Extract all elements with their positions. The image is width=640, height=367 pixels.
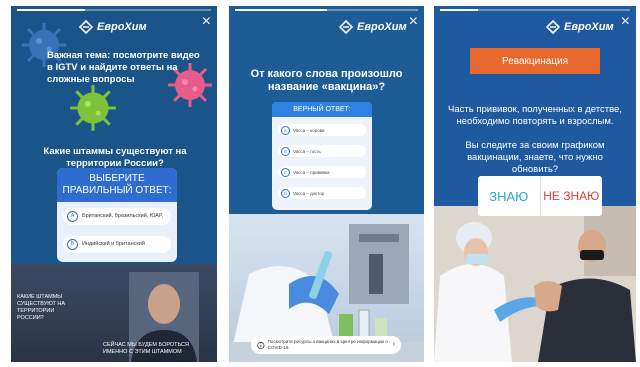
story-body-text: Часть прививок, полученных в детстве, не… — [448, 104, 622, 127]
option-letter: A — [281, 125, 290, 135]
eurochem-mark-icon — [546, 20, 560, 34]
story-revaccination[interactable]: × ЕвроХим Ревакцинация Часть прививок, п… — [434, 6, 636, 362]
eurochem-mark-icon — [79, 20, 93, 34]
story-question-text: Вы следите за своим графиком вакцинации,… — [465, 140, 605, 175]
topic-pill: Ревакцинация — [470, 48, 600, 74]
video-subtitle: СЕЙЧАС МЫ БУДЕМ БОРОТЬСЯ ИМЕННО С ЭТИМ Ш… — [103, 342, 189, 355]
story-progress-bar — [235, 9, 418, 11]
close-icon[interactable]: × — [202, 14, 211, 30]
brand-name: ЕвроХим — [357, 21, 407, 33]
option-label: Британский, бразильский, ЮАР, — [82, 213, 164, 219]
poll-sticker: ЗНАЮ НЕ ЗНАЮ — [478, 176, 602, 216]
story-progress-fill — [235, 9, 327, 11]
option-label: Vacca – доктор — [293, 190, 325, 196]
brand-name: ЕвроХим — [97, 21, 147, 33]
poll-option-no[interactable]: НЕ ЗНАЮ — [541, 176, 603, 216]
question-text: Какие штаммы существуют на территории Ро… — [43, 146, 187, 169]
chevron-right-icon: › — [392, 341, 395, 348]
brand-name: ЕвроХим — [564, 21, 614, 33]
story-progress-bar — [440, 9, 630, 11]
option-label: Vacca – гость — [293, 148, 321, 154]
quiz-option-b[interactable]: B Vacca – гость — [278, 145, 366, 157]
option-letter: B — [281, 146, 290, 156]
quiz-option-d[interactable]: D Vacca – доктор — [278, 187, 366, 199]
story-topic-text: Важная тема: посмотрите видео в IGTV и н… — [47, 50, 200, 85]
option-letter: D — [281, 188, 290, 198]
quiz-card-title: ВЫБЕРИТЕ ПРАВИЛЬНЫЙ ОТВЕТ: — [57, 168, 177, 202]
question-text: От какого слова произошло название «вакц… — [250, 68, 403, 93]
close-icon[interactable]: × — [621, 14, 630, 30]
vaccination-photo — [434, 206, 636, 362]
story-progress-bar — [17, 9, 211, 11]
video-caption: КАКИЕ ШТАММЫ СУЩЕСТВУЮТ НА ТЕРРИТОРИИ РО… — [17, 294, 66, 321]
story-progress-fill — [440, 9, 478, 11]
quiz-option-a[interactable]: A Vacca – корова — [278, 124, 366, 136]
covid-info-banner[interactable]: Посмотрите ресурсы о вакцинах в Центре и… — [251, 336, 401, 354]
option-letter: B — [67, 239, 78, 250]
option-letter: C — [281, 167, 290, 177]
eurochem-mark-icon — [339, 20, 353, 34]
quiz-option-a[interactable]: A Британский, бразильский, ЮАР, — [63, 208, 171, 225]
quiz-card-title: ВЕРНЫЙ ОТВЕТ: — [272, 102, 372, 117]
brand-logo: ЕвроХим — [339, 20, 407, 34]
option-label: Vacca – прививка — [293, 169, 330, 175]
brand-logo: ЕвроХим — [546, 20, 614, 34]
quiz-option-c[interactable]: C Vacca – прививка — [278, 166, 366, 178]
quiz-card: ВЫБЕРИТЕ ПРАВИЛЬНЫЙ ОТВЕТ: A Британский,… — [57, 168, 177, 262]
story-vaccine-origin[interactable]: × ЕвроХим От какого слова произошло назв… — [229, 6, 424, 362]
covid-info-text: Посмотрите ресурсы о вакцинах в Центре и… — [267, 339, 388, 350]
vaccination-illustration — [434, 206, 636, 362]
option-label: Vacca – корова — [293, 127, 325, 133]
info-icon — [257, 341, 265, 349]
lab-photo: Посмотрите ресурсы о вакцинах в Центре и… — [229, 214, 424, 362]
virus-icon — [70, 85, 116, 131]
poll-option-yes[interactable]: ЗНАЮ — [478, 176, 541, 216]
video-thumbnail[interactable]: КАКИЕ ШТАММЫ СУЩЕСТВУЮТ НА ТЕРРИТОРИИ РО… — [11, 264, 217, 362]
option-letter: A — [67, 211, 78, 222]
option-label: Индийский и британский — [82, 241, 145, 247]
story-covid-strains[interactable]: × ЕвроХим Важная тема: посмотрите видео … — [11, 6, 217, 362]
quiz-card: ВЕРНЫЙ ОТВЕТ: A Vacca – корова B Vacca –… — [272, 102, 372, 210]
close-icon[interactable]: × — [409, 14, 418, 30]
brand-logo: ЕвроХим — [79, 20, 147, 34]
quiz-option-b[interactable]: B Индийский и британский — [63, 236, 171, 253]
story-progress-fill — [17, 9, 85, 11]
